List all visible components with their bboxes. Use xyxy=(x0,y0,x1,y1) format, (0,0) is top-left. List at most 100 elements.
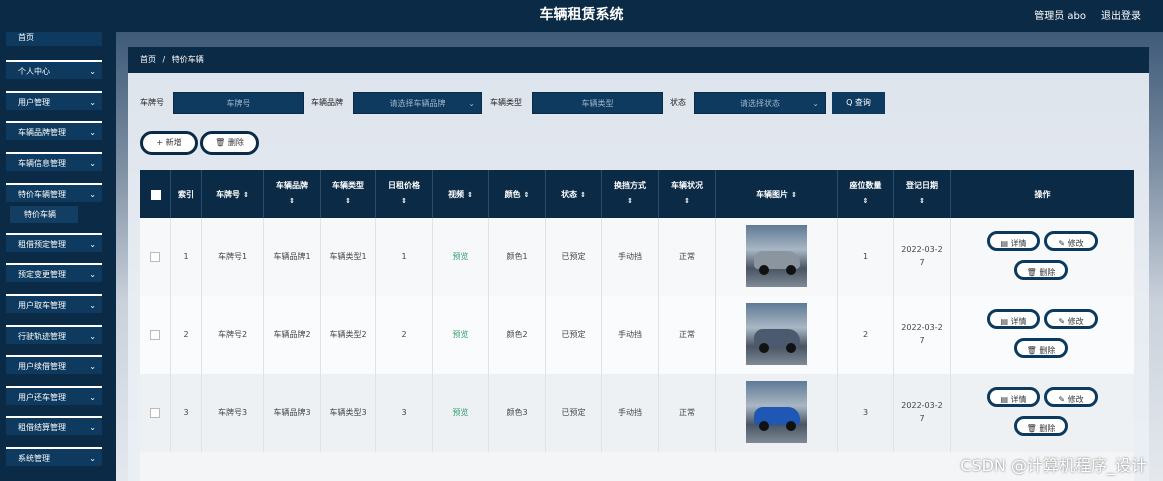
condition-cell: 正常 xyxy=(659,296,716,374)
sort-icon[interactable]: ⇕ xyxy=(376,197,432,205)
brand-select[interactable]: 请选择车辆品牌 ⌄ xyxy=(353,92,482,114)
sort-icon[interactable]: ⇕ xyxy=(791,191,797,199)
logout-link[interactable]: 退出登录 xyxy=(1101,7,1141,22)
row-delete-button[interactable]: 🗑 删除 xyxy=(1014,338,1068,358)
sort-icon[interactable]: ⇕ xyxy=(524,191,530,199)
status-select[interactable]: 请选择状态 ⌄ xyxy=(694,92,826,114)
sort-icon[interactable]: ⇕ xyxy=(580,191,586,199)
sidebar-item-return[interactable]: 用户还车管理 ⌄ xyxy=(6,386,102,405)
car-image[interactable] xyxy=(746,303,807,365)
seats-cell: 2 xyxy=(838,296,894,374)
detail-button[interactable]: ▤ 详情 xyxy=(987,387,1040,407)
sidebar-item-label: 租借结算管理 xyxy=(18,423,66,432)
video-preview-link[interactable]: 预览 xyxy=(433,218,489,296)
sidebar-item-brands[interactable]: 车辆品牌管理 ⌄ xyxy=(6,121,102,140)
sort-icon[interactable]: ⇕ xyxy=(894,197,950,205)
col-header-image[interactable]: 车辆图片 ⇕ xyxy=(716,170,838,218)
sort-icon[interactable]: ⇕ xyxy=(602,197,658,205)
price-cell: 2 xyxy=(376,296,433,374)
delete-button[interactable]: 🗑 删除 xyxy=(200,131,259,155)
row-checkbox[interactable] xyxy=(150,407,160,418)
trash-icon: 🗑 xyxy=(215,138,226,147)
col-header-label: 车辆品牌 xyxy=(276,181,308,190)
row-delete-button[interactable]: 🗑 删除 xyxy=(1014,416,1068,436)
trash-icon: 🗑 xyxy=(1026,346,1037,355)
add-button[interactable]: + 新增 xyxy=(140,131,198,155)
table-row: 3 车牌号3 车辆品牌3 车辆类型3 3 预览 颜色3 已预定 手动挡 正常 3… xyxy=(140,374,1134,453)
index-cell: 2 xyxy=(171,296,202,374)
select-all-checkbox[interactable] xyxy=(151,190,161,200)
sidebar-item-pickup[interactable]: 用户取车管理 ⌄ xyxy=(6,294,102,313)
detail-button[interactable]: ▤ 详情 xyxy=(987,231,1040,251)
type-input[interactable]: 车辆类型 xyxy=(532,92,663,114)
col-header-video[interactable]: 视频 ⇕ xyxy=(433,170,489,218)
row-checkbox[interactable] xyxy=(150,251,160,262)
edit-button[interactable]: ✎ 修改 xyxy=(1044,231,1098,251)
condition-cell: 正常 xyxy=(659,374,716,452)
image-cell xyxy=(716,374,838,452)
row-checkbox[interactable] xyxy=(150,329,160,340)
col-header-price[interactable]: 日租价格 ⇕ xyxy=(376,170,433,218)
chevron-down-icon: ⌄ xyxy=(812,99,819,108)
col-header-label: 状态 ⇕ xyxy=(561,190,586,199)
sidebar-item-system[interactable]: 系统管理 ⌄ xyxy=(6,447,102,466)
sidebar-item-change[interactable]: 预定变更管理 ⌄ xyxy=(6,263,102,282)
sidebar-item-renew[interactable]: 用户续借管理 ⌄ xyxy=(6,355,102,374)
col-header-status[interactable]: 状态 ⇕ xyxy=(546,170,602,218)
sidebar-item-label: 用户管理 xyxy=(18,98,50,107)
car-wheel xyxy=(759,421,769,431)
edit-button[interactable]: ✎ 修改 xyxy=(1044,387,1098,407)
col-header-gear[interactable]: 换挡方式 ⇕ xyxy=(602,170,659,218)
sidebar-item-users[interactable]: 用户管理 ⌄ xyxy=(6,91,102,110)
sidebar: 首页 个人中心 ⌄ 用户管理 ⌄ 车辆品牌管理 ⌄ 车辆信息管理 ⌄ 特价车辆管理 ⌄ 特… xyxy=(0,32,116,481)
col-header-seats[interactable]: 座位数量 ⇕ xyxy=(838,170,894,218)
sidebar-item-home[interactable]: 首页 xyxy=(6,32,102,46)
col-header-type[interactable]: 车辆类型 ⇕ xyxy=(321,170,376,218)
sort-icon[interactable]: ⇕ xyxy=(467,191,473,199)
sidebar-item-track[interactable]: 行驶轨迹管理 ⌄ xyxy=(6,325,102,344)
detail-button[interactable]: ▤ 详情 xyxy=(987,309,1040,329)
sort-icon[interactable]: ⇕ xyxy=(264,197,320,205)
breadcrumb-home[interactable]: 首页 xyxy=(140,55,156,64)
table-row: 1 车牌号1 车辆品牌1 车辆类型1 1 预览 颜色1 已预定 手动挡 正常 1… xyxy=(140,218,1134,297)
sidebar-item-label: 行驶轨迹管理 xyxy=(18,332,66,341)
sort-icon[interactable]: ⇕ xyxy=(243,191,249,199)
row-delete-button[interactable]: 🗑 删除 xyxy=(1014,260,1068,280)
sidebar-item-special[interactable]: 特价车辆管理 ⌄ xyxy=(6,183,102,202)
col-header-label: 操作 xyxy=(1034,190,1051,199)
col-header-plate[interactable]: 车牌号 ⇕ xyxy=(202,170,264,218)
col-header-brand[interactable]: 车辆品牌 ⇕ xyxy=(264,170,321,218)
video-preview-link[interactable]: 预览 xyxy=(433,296,489,374)
select-all-header[interactable] xyxy=(140,170,171,218)
sidebar-item-label: 租借预定管理 xyxy=(18,240,66,249)
sidebar-item-vehicles[interactable]: 车辆信息管理 ⌄ xyxy=(6,152,102,171)
ops-cell: ▤ 详情 ✎ 修改 🗑 删除 xyxy=(951,218,1134,296)
chevron-down-icon: ⌄ xyxy=(89,240,96,249)
sidebar-item-label: 首页 xyxy=(18,33,34,42)
video-preview-link[interactable]: 预览 xyxy=(433,374,489,452)
query-button-label: 查询 xyxy=(854,98,871,107)
sidebar-item-profile[interactable]: 个人中心 ⌄ xyxy=(6,60,102,79)
sort-icon[interactable]: ⇕ xyxy=(659,197,715,205)
sidebar-item-reservation[interactable]: 租借预定管理 ⌄ xyxy=(6,233,102,252)
brand-cell: 车辆品牌1 xyxy=(264,218,321,296)
sidebar-item-settlement[interactable]: 租借结算管理 ⌄ xyxy=(6,416,102,435)
edit-button[interactable]: ✎ 修改 xyxy=(1044,309,1098,329)
car-image[interactable] xyxy=(746,381,807,443)
color-cell: 颜色3 xyxy=(489,374,546,452)
sidebar-subitem-special-cars[interactable]: 特价车辆 xyxy=(10,206,78,223)
col-header-date[interactable]: 登记日期 ⇕ xyxy=(894,170,951,218)
breadcrumb-current: 特价车辆 xyxy=(171,55,204,64)
status-label: 状态 xyxy=(670,98,686,107)
col-header-condition[interactable]: 车辆状况 ⇕ xyxy=(659,170,716,218)
top-bar: 车辆租赁系统 管理员 abo 退出登录 xyxy=(0,0,1163,32)
sort-icon[interactable]: ⇕ xyxy=(321,197,375,205)
sort-icon[interactable]: ⇕ xyxy=(838,197,893,205)
date-cell: 2022-03-2 7 xyxy=(894,374,951,452)
plate-input[interactable]: 车牌号 xyxy=(173,92,304,114)
sidebar-item-label: 用户取车管理 xyxy=(18,301,66,310)
car-image[interactable] xyxy=(746,225,807,287)
query-button[interactable]: Q 查询 xyxy=(832,92,885,114)
col-header-color[interactable]: 颜色 ⇕ xyxy=(489,170,546,218)
col-header-index[interactable]: 索引 xyxy=(171,170,202,218)
